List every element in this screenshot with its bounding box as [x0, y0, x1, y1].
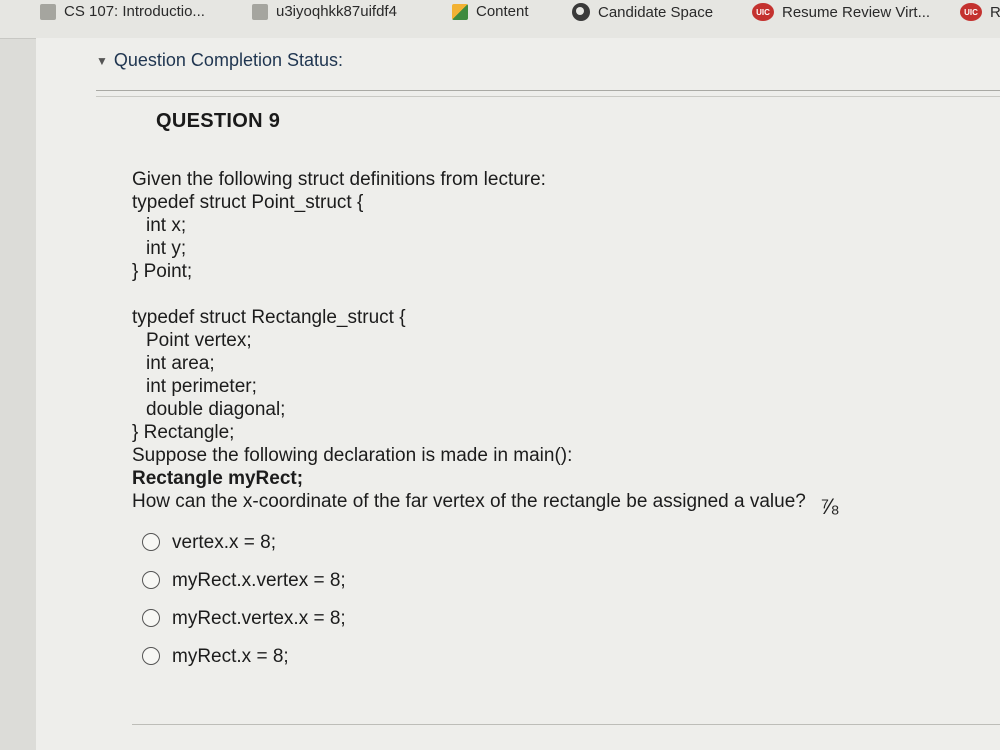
content-icon	[452, 3, 468, 20]
chevron-down-icon: ▼	[96, 53, 108, 68]
radio-button[interactable]	[142, 609, 160, 627]
question-text: Given the following struct definitions f…	[132, 169, 546, 190]
radio-button[interactable]	[142, 647, 160, 665]
bookmark-label: Resume Review Virt...	[782, 3, 931, 21]
divider	[96, 90, 1000, 91]
option-label[interactable]: myRect.x = 8;	[172, 645, 289, 668]
answer-option[interactable]: myRect.vertex.x = 8;	[132, 599, 912, 637]
answer-option[interactable]: vertex.x = 8;	[132, 523, 912, 561]
uic-icon: UIC	[960, 3, 982, 21]
doc-icon	[40, 3, 56, 20]
code-line: Point vertex;	[146, 330, 252, 351]
code-line: int y;	[146, 238, 187, 259]
bookmark-label: R	[990, 3, 1000, 21]
bookmark-candidate-space[interactable]: Candidate Space	[572, 3, 713, 21]
bookmark-u3iyoqhkk87uifdf4[interactable]: u3iyoqhkk87uifdf4	[252, 3, 397, 20]
answer-option[interactable]: myRect.x.vertex = 8;	[132, 561, 912, 599]
question-body: Given the following struct definitions f…	[132, 168, 912, 675]
bookmark-cs107[interactable]: CS 107: Introductio...	[40, 3, 205, 20]
bookmark-label: CS 107: Introductio...	[64, 3, 205, 20]
globe-icon	[572, 3, 590, 21]
radio-button[interactable]	[142, 533, 160, 551]
text-cursor-icon: ⅞	[820, 494, 839, 519]
question-prompt: How can the x-coordinate of the far vert…	[132, 491, 806, 512]
declaration-text: Rectangle myRect;	[132, 468, 304, 489]
code-line: double diagonal;	[146, 399, 286, 420]
question-page: ▼ Question Completion Status: QUESTION 9…	[36, 38, 1000, 750]
code-line: int x;	[146, 215, 187, 236]
code-line: } Rectangle;	[132, 422, 235, 443]
option-label[interactable]: vertex.x = 8;	[172, 531, 276, 554]
bookmark-label: u3iyoqhkk87uifdf4	[276, 3, 397, 20]
bookmark-label: Candidate Space	[598, 3, 714, 21]
answer-option[interactable]: myRect.x = 8;	[132, 637, 912, 675]
bookmark-resume-review[interactable]: UIC Resume Review Virt...	[752, 3, 930, 21]
question-title: QUESTION 9	[156, 110, 281, 132]
doc-icon	[252, 3, 268, 20]
option-label[interactable]: myRect.vertex.x = 8;	[172, 607, 346, 630]
uic-icon: UIC	[752, 3, 774, 21]
answer-options: vertex.x = 8; myRect.x.vertex = 8; myRec…	[132, 523, 912, 675]
bookmarks-bar: CS 107: Introductio... u3iyoqhkk87uifdf4…	[0, 0, 1000, 39]
divider	[96, 96, 1000, 97]
bookmark-content[interactable]: Content	[452, 3, 529, 20]
code-line: typedef struct Rectangle_struct {	[132, 307, 406, 328]
status-label: Question Completion Status:	[113, 50, 344, 70]
code-line: int area;	[146, 353, 215, 374]
radio-button[interactable]	[142, 571, 160, 589]
divider	[132, 724, 1000, 725]
question-text: Suppose the following declaration is mad…	[132, 445, 573, 466]
code-line: typedef struct Point_struct {	[132, 192, 364, 213]
bookmark-r[interactable]: UIC R	[960, 3, 1000, 21]
code-line: } Point;	[132, 261, 193, 282]
bookmark-label: Content	[476, 3, 529, 20]
question-completion-status[interactable]: ▼ Question Completion Status:	[96, 50, 343, 71]
option-label[interactable]: myRect.x.vertex = 8;	[172, 569, 346, 592]
code-line: int perimeter;	[146, 376, 257, 397]
